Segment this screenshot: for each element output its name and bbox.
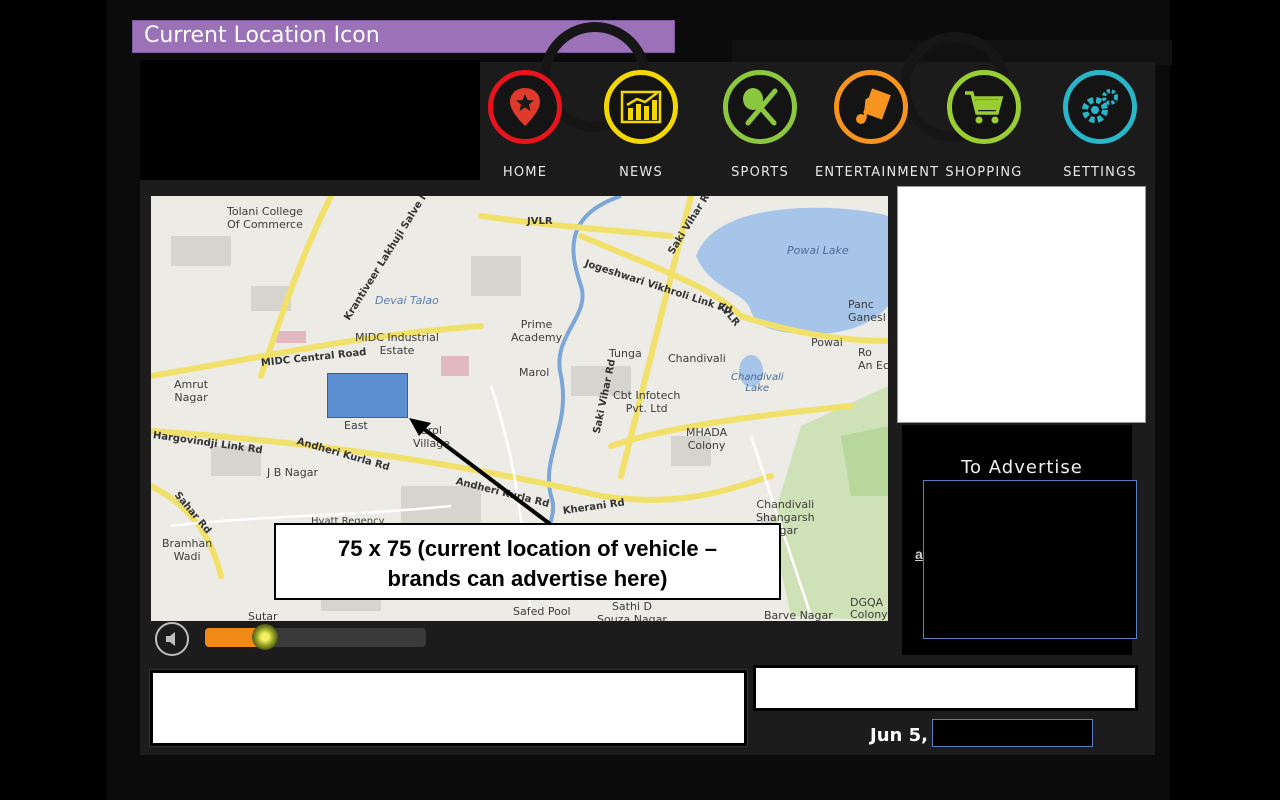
bottom-right-content-box [753,665,1138,711]
advertise-title: To Advertise [961,457,1083,478]
right-content-box [897,186,1146,423]
bottom-left-content-box [149,669,748,747]
callout-annotation: 75 x 75 (current location of vehicle – b… [274,523,781,600]
progress-knob[interactable] [251,624,278,650]
advertise-slot[interactable] [923,480,1137,639]
date-cover-box [932,719,1093,747]
speaker-icon[interactable] [155,622,189,656]
advertise-partial-text: a [915,546,923,562]
